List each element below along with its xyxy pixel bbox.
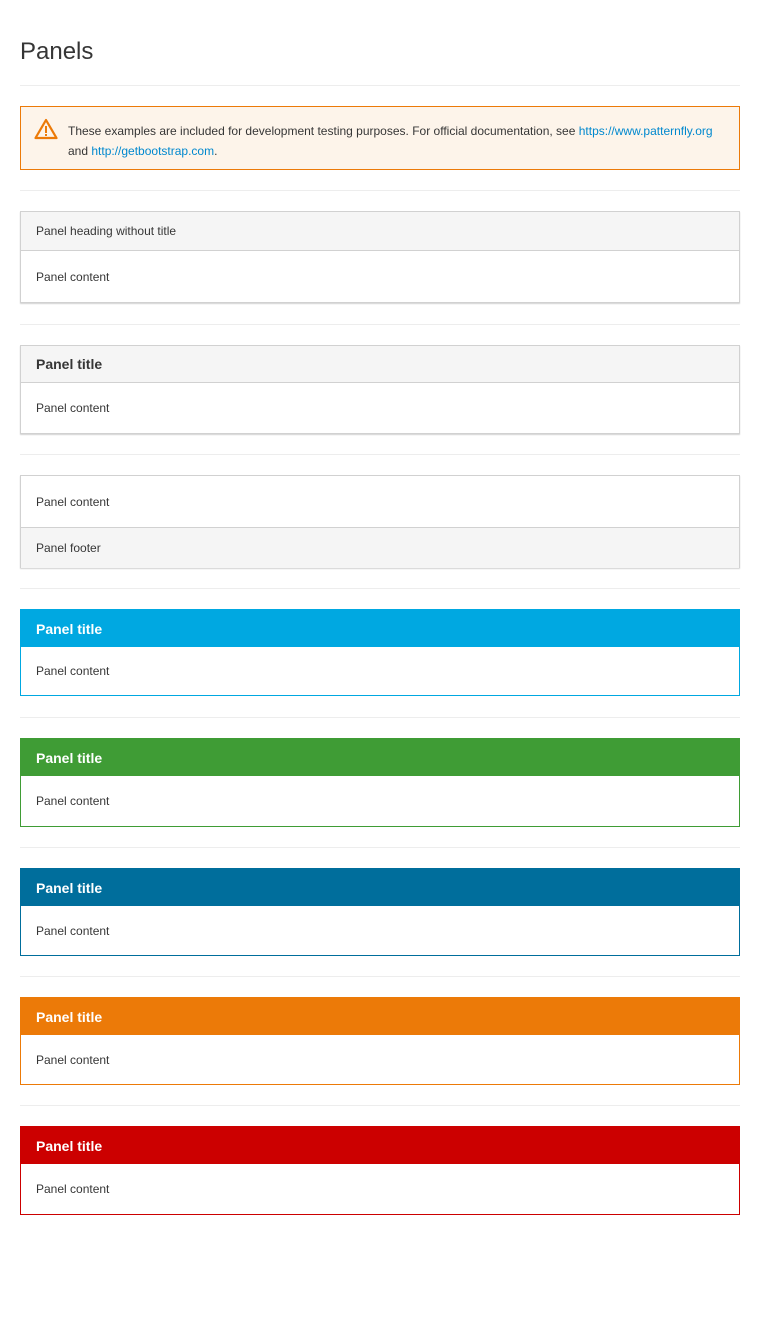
patternfly-link[interactable]: https://www.patternfly.org bbox=[579, 124, 713, 138]
panel-content: Panel content bbox=[36, 1052, 110, 1067]
panel-title: Panel title bbox=[36, 356, 103, 372]
divider bbox=[20, 454, 740, 455]
alert-message: These examples are included for developm… bbox=[68, 121, 723, 161]
panel-heading: Panel title bbox=[21, 998, 739, 1035]
alert-text-end: . bbox=[214, 144, 218, 158]
panel-content: Panel content bbox=[36, 794, 110, 808]
panel-body: Panel content bbox=[21, 906, 739, 955]
warning-triangle-icon bbox=[34, 118, 58, 140]
panel-heading-no-title: Panel heading without title Panel conten… bbox=[20, 211, 740, 303]
divider bbox=[20, 324, 740, 325]
page-title: Panels bbox=[20, 38, 94, 65]
panel-warning: Panel title Panel content bbox=[20, 997, 740, 1085]
panel-body: Panel content bbox=[21, 1035, 739, 1084]
panel-content: Panel content bbox=[36, 923, 110, 938]
divider bbox=[20, 85, 740, 86]
divider bbox=[20, 847, 740, 848]
panel-with-title: Panel title Panel content bbox=[20, 345, 740, 434]
panel-title: Panel title bbox=[36, 620, 103, 637]
panel-content: Panel content bbox=[36, 1182, 110, 1196]
panel-danger: Panel title Panel content bbox=[20, 1126, 740, 1215]
panel-title: Panel title bbox=[36, 1008, 103, 1025]
divider bbox=[20, 717, 740, 718]
panel-with-footer: Panel content Panel footer bbox=[20, 475, 740, 568]
panel-primary: Panel title Panel content bbox=[20, 609, 740, 696]
divider bbox=[20, 588, 740, 589]
panel-heading: Panel heading without title bbox=[21, 212, 739, 251]
panel-title: Panel title bbox=[36, 879, 103, 896]
panel-body: Panel content bbox=[21, 776, 739, 826]
panel-footer-text: Panel footer bbox=[36, 541, 101, 555]
panel-body: Panel content bbox=[21, 647, 739, 695]
divider bbox=[20, 976, 740, 977]
panel-heading: Panel title bbox=[21, 346, 739, 383]
panel-heading: Panel title bbox=[21, 739, 739, 776]
panel-heading: Panel title bbox=[21, 1127, 739, 1164]
panel-body: Panel content bbox=[21, 476, 739, 527]
panel-content: Panel content bbox=[36, 401, 110, 415]
divider bbox=[20, 190, 740, 191]
panel-heading: Panel title bbox=[21, 869, 739, 906]
panel-title: Panel title bbox=[36, 1137, 103, 1154]
panel-content: Panel content bbox=[36, 664, 110, 678]
panel-body: Panel content bbox=[21, 251, 739, 302]
panel-heading: Panel title bbox=[21, 610, 739, 647]
panel-heading-text: Panel heading without title bbox=[36, 224, 177, 238]
panel-content: Panel content bbox=[36, 494, 110, 509]
divider bbox=[20, 1105, 740, 1106]
panel-body: Panel content bbox=[21, 383, 739, 433]
alert-text: These examples are included for developm… bbox=[68, 124, 579, 138]
panel-title: Panel title bbox=[36, 749, 103, 766]
bootstrap-link[interactable]: http://getbootstrap.com bbox=[91, 144, 214, 158]
alert-text-and: and bbox=[68, 144, 92, 158]
panel-content: Panel content bbox=[36, 269, 110, 284]
panel-info: Panel title Panel content bbox=[20, 868, 740, 956]
panel-success: Panel title Panel content bbox=[20, 738, 740, 827]
panel-body: Panel content bbox=[21, 1164, 739, 1214]
warning-alert: These examples are included for developm… bbox=[20, 106, 740, 170]
panel-footer: Panel footer bbox=[21, 527, 739, 568]
